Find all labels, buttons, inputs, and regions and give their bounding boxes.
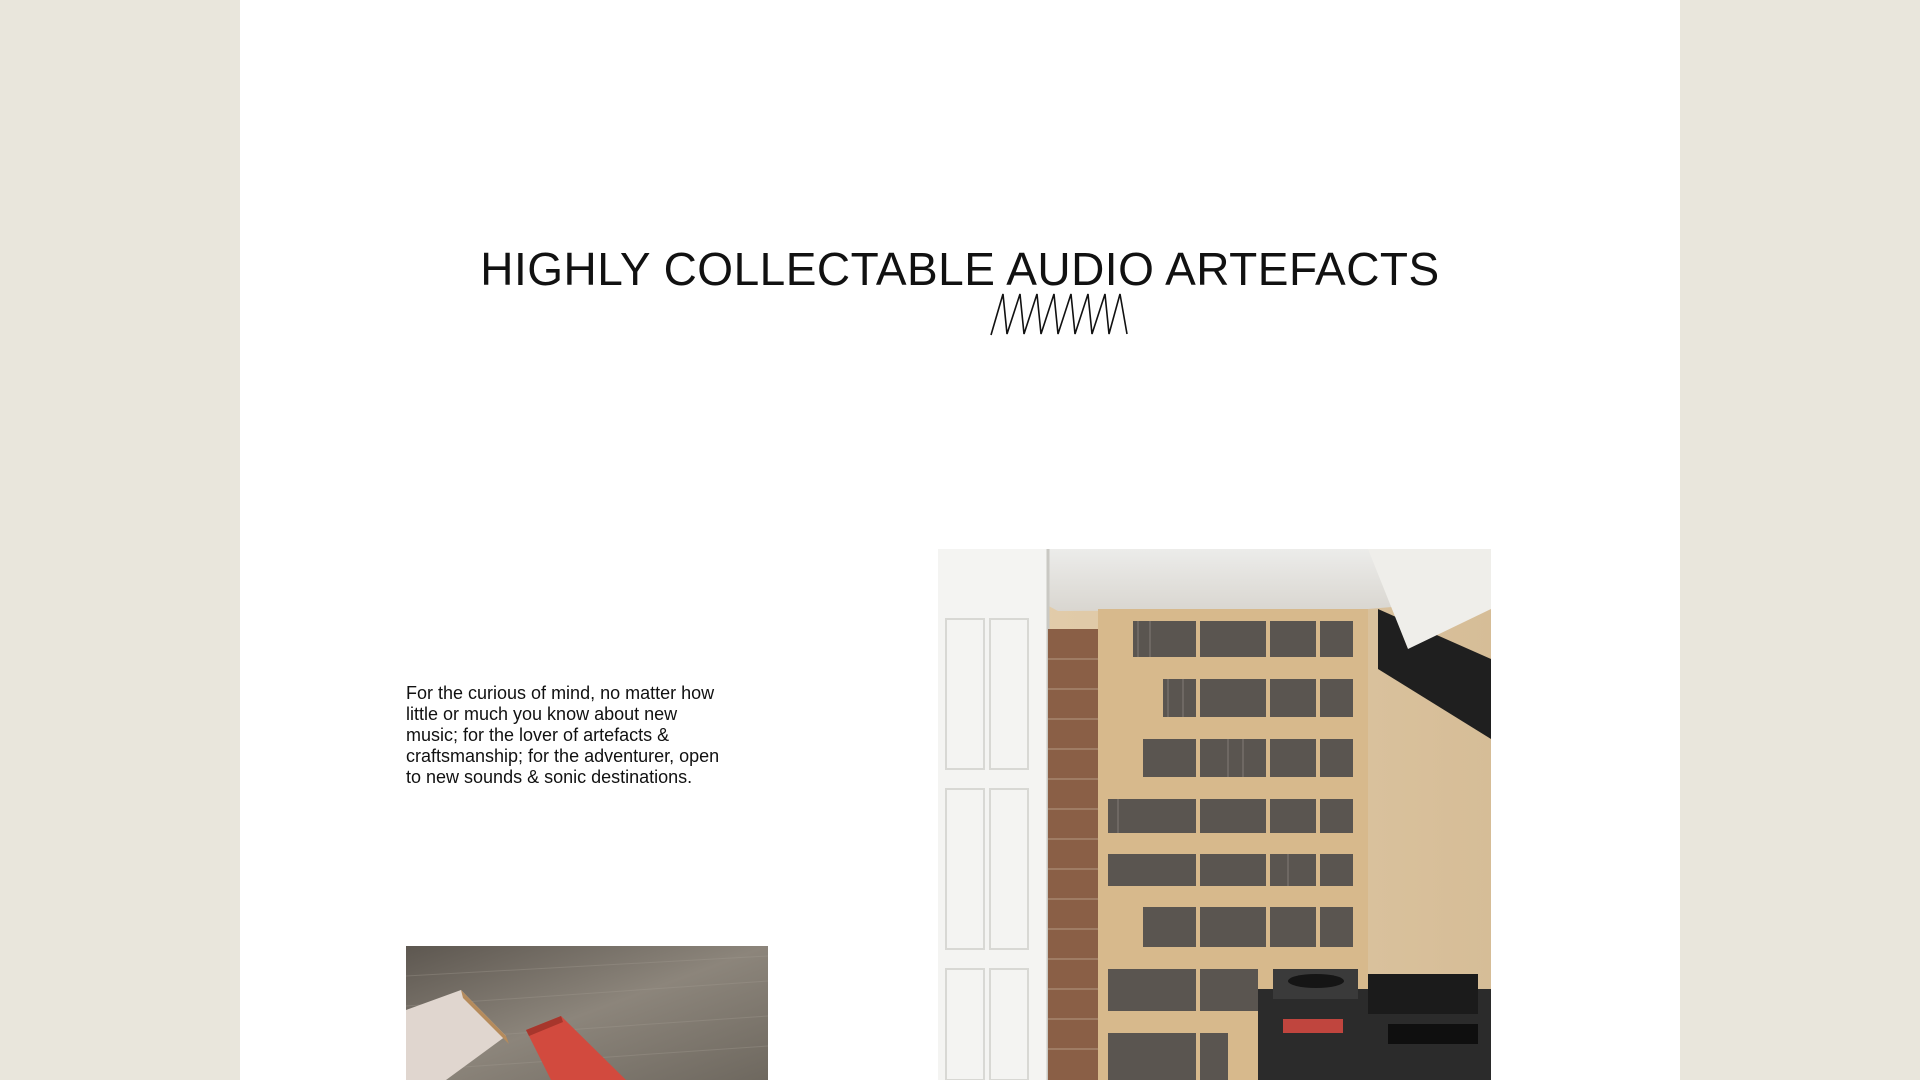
content-column: HIGHLY COLLECTABLE AUDIO ARTEFACTS For t…	[240, 0, 1680, 1080]
intro-paragraph: For the curious of mind, no matter how l…	[406, 683, 720, 787]
zigzag-waveform-icon	[990, 293, 1128, 336]
record-room-photo	[938, 549, 1491, 1080]
furniture-detail-photo	[406, 946, 768, 1080]
hero-headline: HIGHLY COLLECTABLE AUDIO ARTEFACTS	[480, 243, 1440, 295]
